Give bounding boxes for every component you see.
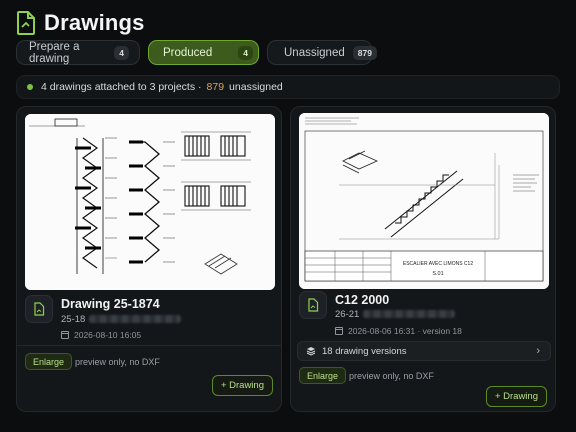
drawing-date: 2026-08-06 16:31 · version 18 — [335, 326, 462, 336]
tab-label: Produced — [163, 46, 213, 59]
drawing-subtitle: 26-21 — [335, 309, 456, 320]
enlarge-button[interactable]: Enlarge — [299, 367, 347, 384]
date-text: 2026-08-10 16:05 — [74, 330, 142, 340]
page-header: Drawings — [16, 10, 145, 36]
divider — [17, 345, 281, 346]
redacted-text — [89, 315, 182, 324]
tab-label: Prepare a drawing — [29, 40, 80, 65]
page-title: Drawings — [44, 10, 145, 35]
stair-section-drawing: ESCALIER AVEC LIMONS C12 S.01 — [299, 113, 549, 289]
tab-label: Unassigned — [284, 46, 345, 59]
add-drawing-button[interactable]: + Drawing — [485, 386, 547, 407]
drawing-versions-row[interactable]: 18 drawing versions › — [297, 341, 551, 361]
chevron-right-icon: › — [536, 345, 540, 357]
drawing-date: 2026-08-10 16:05 — [61, 330, 141, 340]
document-icon — [308, 298, 319, 312]
document-icon — [34, 302, 45, 316]
preview-note: preview only, no DXF — [349, 371, 434, 381]
tab-count-badge: 4 — [238, 45, 253, 60]
tab-produced[interactable]: Produced 4 — [148, 40, 259, 65]
document-icon — [17, 11, 35, 35]
sheet-number: S.01 — [432, 271, 443, 277]
tab-count-badge: 879 — [352, 45, 377, 60]
drawing-title: Drawing 25-1874 — [61, 297, 160, 311]
tab-unassigned[interactable]: Unassigned 879 — [267, 40, 377, 65]
stair-elevation-drawing — [25, 114, 275, 290]
file-type-icon — [299, 291, 327, 319]
drawing-ref: 25-18 — [61, 314, 86, 325]
drawing-title: C12 2000 — [335, 293, 390, 307]
drawing-preview-image[interactable] — [25, 114, 275, 290]
calendar-icon — [335, 327, 343, 335]
unassigned-label: unassigned — [229, 81, 283, 93]
file-type-icon — [25, 295, 53, 323]
layers-icon — [306, 347, 316, 356]
sheet-title: ESCALIER AVEC LIMONS C12 — [403, 261, 473, 267]
summary-text: 4 drawings attached to 3 projects · — [41, 81, 202, 93]
preview-note: preview only, no DXF — [75, 357, 160, 367]
drawing-preview-image[interactable]: ESCALIER AVEC LIMONS C12 S.01 — [299, 113, 549, 289]
date-text: 2026-08-06 16:31 · version 18 — [348, 326, 462, 336]
add-drawing-button[interactable]: + Drawing — [211, 375, 273, 396]
unassigned-count: 879 — [206, 81, 225, 93]
drawing-card: ESCALIER AVEC LIMONS C12 S.01 C12 2000 2… — [290, 106, 556, 412]
enlarge-button[interactable]: Enlarge — [25, 353, 73, 370]
summary-bar: 4 drawings attached to 3 projects · 879 … — [16, 75, 560, 99]
calendar-icon — [61, 331, 69, 339]
drawing-ref: 26-21 — [335, 309, 360, 320]
redacted-text — [363, 310, 456, 319]
tab-count-badge: 4 — [114, 45, 129, 60]
drawing-card: Drawing 25-1874 25-18 2026-08-10 16:05 E… — [16, 106, 282, 412]
tab-bar: Prepare a drawing 4 Produced 4 Unassigne… — [16, 40, 377, 65]
tab-prepare-drawing[interactable]: Prepare a drawing 4 — [16, 40, 140, 65]
status-dot — [27, 84, 33, 90]
versions-label: 18 drawing versions — [322, 345, 407, 357]
drawing-subtitle: 25-18 — [61, 314, 182, 325]
